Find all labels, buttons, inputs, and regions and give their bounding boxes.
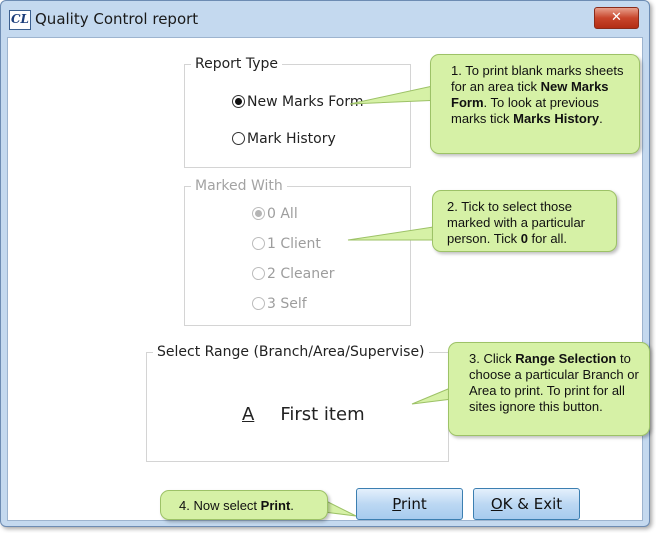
- callout-2-bold: 0: [520, 231, 528, 246]
- callout-3-bold: Range Selection: [515, 351, 617, 366]
- callout-1-text-3: .: [599, 111, 603, 126]
- callout-2-text-2: for all.: [527, 231, 567, 246]
- callout-1-bold-2: Marks History: [513, 111, 600, 126]
- callout-3: 3. Click Range Selection to choose a par…: [448, 342, 650, 436]
- callout-2-pointer: [347, 225, 441, 241]
- callout-2: 2. Tick to select those marked with a pa…: [432, 190, 617, 252]
- callout-4-bold: Print: [260, 498, 291, 513]
- callout-4-text: 4. Now select: [179, 498, 261, 513]
- callout-4-text-2: .: [290, 498, 294, 513]
- callout-1-pointer: [349, 83, 443, 105]
- callout-3-text: 3. Click: [469, 351, 516, 366]
- callout-4-pointer: [323, 499, 357, 517]
- callout-4: 4. Now select Print.: [160, 490, 328, 520]
- callout-1: 1. To print blank marks sheets for an ar…: [430, 54, 640, 154]
